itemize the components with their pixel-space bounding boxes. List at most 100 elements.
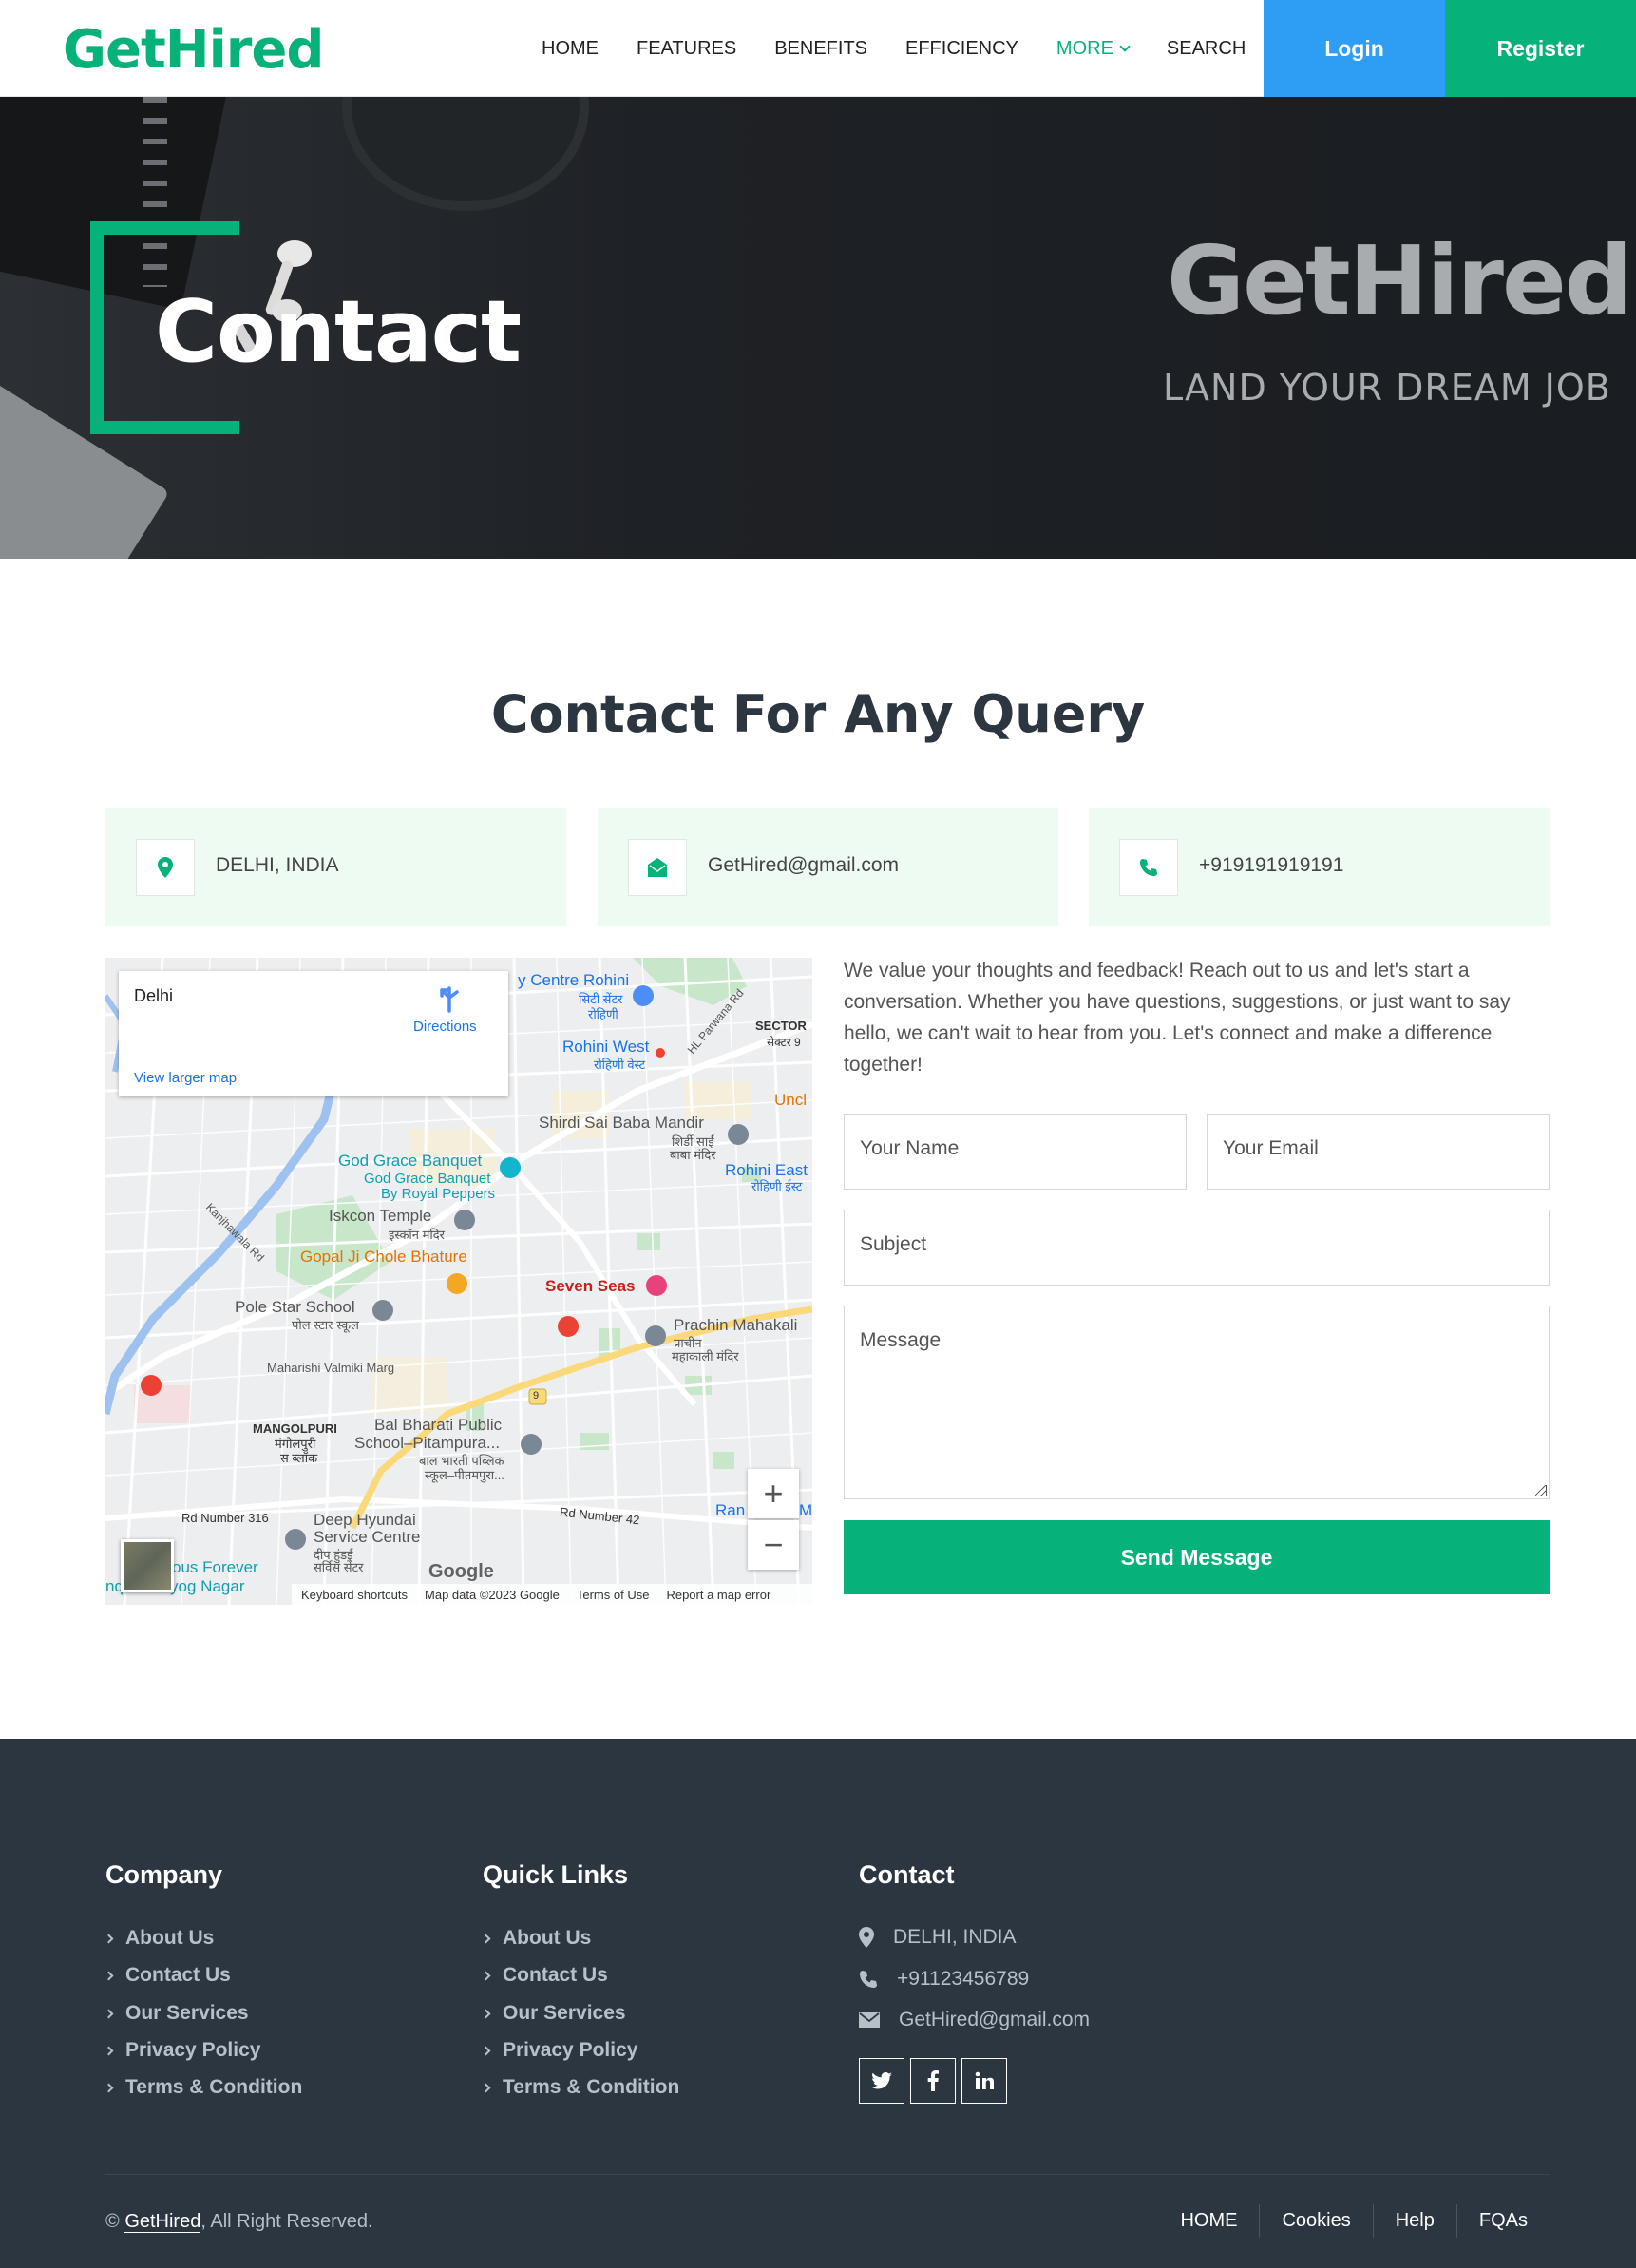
map-label-god-grace2: God Grace Banquet (364, 1171, 491, 1187)
email-input[interactable]: Your Email (1207, 1114, 1550, 1190)
phone-icon (1119, 839, 1178, 896)
minus-icon: − (763, 1525, 784, 1564)
nav-search[interactable]: SEARCH (1148, 38, 1265, 60)
footer-company-link[interactable]: Terms & Condition (104, 2076, 303, 2099)
footer-contact-title: Contact (859, 1860, 955, 1889)
facebook-button[interactable] (910, 2058, 956, 2104)
map-label-prachin: Prachin Mahakali (674, 1316, 798, 1334)
footer-quick-link[interactable]: Our Services (481, 2002, 626, 2025)
map-label-prachin-hi2: महाकाली मंदिर (672, 1349, 739, 1363)
google-map-embed[interactable]: y Centre Rohini सिटी सेंटर रोहिणी SECTOR… (105, 958, 812, 1605)
copyright-brand-link[interactable]: GetHired (124, 2211, 201, 2233)
name-input[interactable]: Your Name (844, 1114, 1187, 1190)
footer-link-label: Contact Us (503, 1964, 608, 1986)
footer-bottom-cookies[interactable]: Cookies (1259, 2204, 1372, 2238)
footer-company-link[interactable]: Privacy Policy (104, 2039, 260, 2062)
twitter-button[interactable] (859, 2058, 904, 2104)
subject-input[interactable]: Subject (844, 1210, 1550, 1286)
map-label-ran: Ran (715, 1501, 746, 1519)
chevron-right-icon (481, 2083, 491, 2093)
contact-section-title: Contact For Any Query (490, 684, 1146, 744)
message-placeholder: Message (860, 1329, 942, 1351)
chevron-right-icon (481, 2009, 491, 2019)
nav-features[interactable]: FEATURES (618, 38, 755, 60)
nav-efficiency[interactable]: EFFICIENCY (886, 38, 1037, 60)
zoom-out-button[interactable]: − (748, 1520, 799, 1570)
chevron-right-icon (481, 1971, 491, 1981)
email-placeholder: Your Email (1223, 1137, 1319, 1159)
map-data-text: Map data ©2023 Google (425, 1587, 560, 1602)
footer-quick-link[interactable]: Terms & Condition (481, 2076, 679, 2099)
map-label-deep-hi2: सर्विस सेंटर (314, 1560, 364, 1574)
linkedin-button[interactable] (961, 2058, 1007, 2104)
copyright-text: , All Right Reserved. (200, 2211, 373, 2232)
map-label-deep2: Service Centre (314, 1528, 421, 1546)
report-map-error-link[interactable]: Report a map error (666, 1588, 770, 1602)
map-label-pole-star: Pole Star School (235, 1298, 355, 1316)
hero-brand-watermark: GetHired (1167, 225, 1632, 336)
footer-link-label: Terms & Condition (125, 2076, 303, 2098)
map-label-iskcon: Iskcon Temple (329, 1207, 432, 1225)
keyboard-shortcuts-link[interactable]: Keyboard shortcuts (301, 1588, 408, 1602)
linkedin-icon (975, 2071, 994, 2089)
footer-address-text: DELHI, INDIA (893, 1926, 1017, 1948)
footer: Company About Us Contact Us Our Services… (0, 1739, 1636, 2268)
nav-links: HOME FEATURES BENEFITS EFFICIENCY MORE S… (523, 0, 1265, 97)
footer-bottom-home[interactable]: HOME (1158, 2204, 1259, 2238)
send-message-button[interactable]: Send Message (844, 1520, 1550, 1594)
zoom-in-button[interactable]: + (748, 1469, 799, 1518)
chevron-right-icon (104, 2083, 114, 2093)
footer-divider (105, 2174, 1550, 2175)
map-label-fous: ous Forever (172, 1558, 258, 1576)
footer-bottom-help[interactable]: Help (1372, 2204, 1456, 2238)
twitter-icon (871, 2072, 892, 2089)
chevron-right-icon (104, 2009, 114, 2019)
footer-link-label: About Us (503, 1927, 592, 1949)
terms-of-use-link[interactable]: Terms of Use (577, 1588, 650, 1602)
footer-company-link[interactable]: About Us (104, 1927, 214, 1950)
nav-more-dropdown[interactable]: MORE (1037, 38, 1148, 60)
footer-bottom-faqs[interactable]: FQAs (1455, 2204, 1550, 2238)
map-label-sector-hi: सेक्टर 9 (767, 1036, 801, 1049)
map-label-bal-bharati-hi2: स्कूल–पीतमपुरा... (425, 1468, 504, 1482)
footer-quick-link[interactable]: Contact Us (481, 1964, 608, 1987)
map-label-bal-bharati: Bal Bharati Public (374, 1416, 503, 1434)
footer-quick-link[interactable]: About Us (481, 1927, 592, 1950)
message-textarea[interactable]: Message (844, 1306, 1550, 1499)
resize-handle-icon[interactable] (1535, 1485, 1547, 1496)
info-box-phone: +919191919191 (1089, 808, 1550, 926)
footer-company-link[interactable]: Contact Us (104, 1964, 231, 1987)
login-button[interactable]: Login (1264, 0, 1445, 97)
register-button[interactable]: Register (1445, 0, 1636, 97)
directions-icon[interactable] (437, 986, 462, 1013)
chevron-right-icon (481, 1934, 491, 1944)
page-title: Contact (155, 282, 522, 382)
satellite-toggle[interactable] (121, 1539, 174, 1592)
footer-link-label: Our Services (503, 2002, 626, 2024)
facebook-icon (927, 2070, 939, 2091)
map-label-shirdi: Shirdi Sai Baba Mandir (539, 1114, 704, 1132)
footer-phone-text[interactable]: +91123456789 (897, 1968, 1029, 1991)
footer-link-label: Privacy Policy (503, 2039, 638, 2061)
footer-company-link[interactable]: Our Services (104, 2002, 249, 2025)
map-label-valmiki: Maharishi Valmiki Marg (267, 1361, 395, 1375)
info-email-text[interactable]: GetHired@gmail.com (708, 854, 899, 877)
footer-bottom-links: HOME Cookies Help FQAs (1158, 2204, 1550, 2238)
map-label-bal-bharati2: School–Pitampura... (354, 1434, 501, 1452)
map-label-rd316: Rd Number 316 (181, 1511, 269, 1525)
map-pin-icon (859, 1927, 874, 1948)
map-label-seven-seas: Seven Seas (545, 1277, 636, 1295)
footer-email-text[interactable]: GetHired@gmail.com (899, 2009, 1090, 2031)
nav-benefits[interactable]: BENEFITS (755, 38, 886, 60)
view-larger-map-link[interactable]: View larger map (134, 1070, 237, 1086)
map-label-shirdi-hi2: बाबा मंदिर (670, 1148, 716, 1162)
map-label-uncl: Uncl (774, 1091, 808, 1109)
directions-link[interactable]: Directions (413, 1019, 477, 1035)
footer-quick-link[interactable]: Privacy Policy (481, 2039, 638, 2062)
brand-logo[interactable]: GetHired (63, 19, 324, 81)
subject-placeholder: Subject (860, 1233, 927, 1255)
chevron-right-icon (104, 1971, 114, 1981)
nav-home[interactable]: HOME (523, 38, 618, 60)
info-box-location: DELHI, INDIA (105, 808, 566, 926)
info-phone-text[interactable]: +919191919191 (1199, 854, 1343, 877)
